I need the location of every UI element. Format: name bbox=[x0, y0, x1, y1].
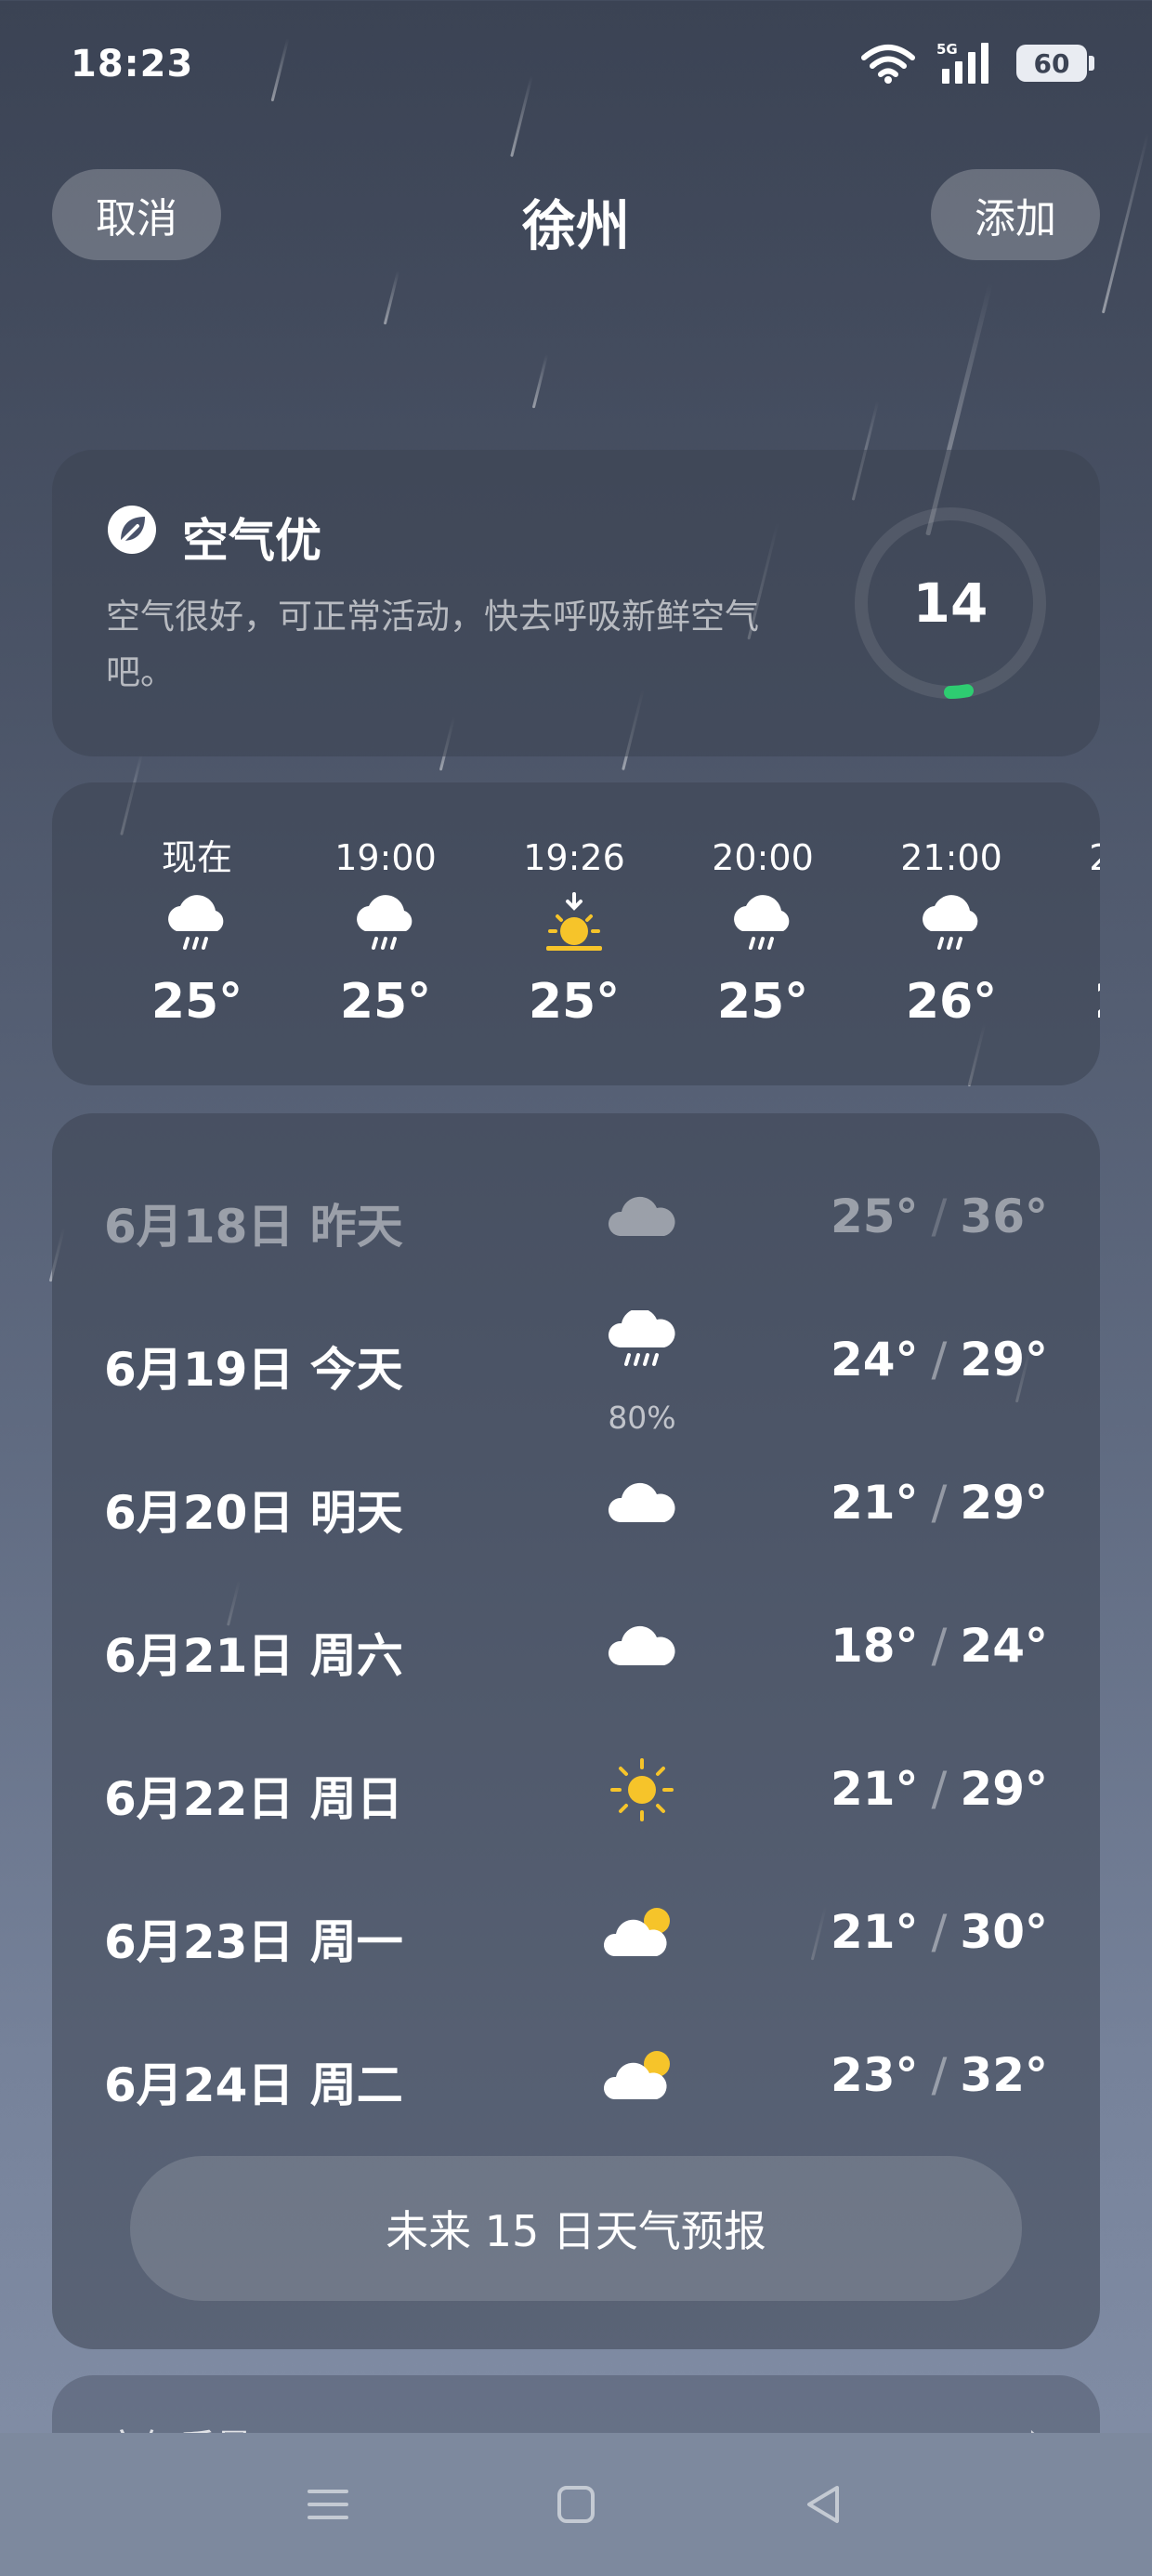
day-high: 30° bbox=[960, 1905, 1048, 1959]
daily-row[interactable]: 6月19日 今天 80% 24°/29° bbox=[52, 1310, 1100, 1436]
day-low: 18° bbox=[830, 1619, 919, 1673]
day-temp-range: 25°/36° bbox=[830, 1189, 1048, 1243]
hourly-item: 现在 25° bbox=[113, 835, 281, 1030]
hour-time: 21:00 bbox=[900, 837, 1002, 878]
svg-text:5G: 5G bbox=[936, 41, 958, 58]
signal-5g-icon: 5G bbox=[936, 41, 996, 85]
hourly-item: 20:00 25° bbox=[679, 835, 846, 1030]
battery-icon: 60 bbox=[1016, 45, 1094, 82]
home-icon[interactable] bbox=[548, 2477, 604, 2532]
hourly-forecast-card[interactable]: 现在 25° 19:00 25° 19:26 25° 20:00 25° 21:… bbox=[52, 782, 1100, 1085]
15-day-forecast-button[interactable]: 未来 15 日天气预报 bbox=[130, 2156, 1022, 2301]
hour-time: 19:26 bbox=[523, 837, 625, 878]
partly-cloudy-icon bbox=[591, 2041, 693, 2111]
hour-temp: 26° bbox=[1056, 974, 1100, 1030]
status-time: 18:23 bbox=[71, 43, 194, 85]
hourly-item: 21:00 26° bbox=[868, 835, 1035, 1030]
hourly-item: 22:00 26° bbox=[1056, 835, 1100, 1030]
daily-row[interactable]: 6月21日 周六 18°/24° bbox=[52, 1598, 1100, 1691]
cloud-icon bbox=[591, 1611, 693, 1682]
rain-icon bbox=[868, 881, 1035, 974]
hour-temp: 25° bbox=[339, 974, 432, 1030]
air-quality-card[interactable]: 空气优 空气很好，可正常活动，快去呼吸新鲜空气吧。 14 bbox=[52, 450, 1100, 756]
navigation-bar bbox=[0, 2433, 1152, 2576]
day-high: 24° bbox=[960, 1619, 1048, 1673]
sunset-icon bbox=[491, 881, 658, 974]
hour-temp: 25° bbox=[151, 974, 243, 1030]
day-temp-range: 21°/29° bbox=[830, 1762, 1048, 1816]
add-button[interactable]: 添加 bbox=[931, 169, 1100, 260]
sun-icon bbox=[591, 1755, 693, 1825]
hour-temp: 26° bbox=[905, 974, 998, 1030]
status-bar: 18:23 5G 60 bbox=[0, 0, 1152, 139]
day-temp-range: 24°/29° bbox=[830, 1333, 1048, 1387]
day-date: 6月23日 周一 bbox=[104, 1915, 403, 1969]
rain-icon bbox=[679, 881, 846, 974]
menu-icon[interactable] bbox=[300, 2477, 356, 2532]
day-temp-range: 21°/29° bbox=[830, 1476, 1048, 1530]
hourly-item: 19:26 25° bbox=[491, 835, 658, 1030]
daily-row[interactable]: 6月18日 昨天 25°/36° bbox=[52, 1169, 1100, 1262]
daily-row[interactable]: 6月23日 周一 21°/30° bbox=[52, 1885, 1100, 1978]
daily-forecast-card: 6月18日 昨天 25°/36° 6月19日 今天 80% 24°/29° 6月… bbox=[52, 1113, 1100, 2349]
day-date: 6月24日 周二 bbox=[104, 2058, 403, 2112]
air-quality-description: 空气很好，可正常活动，快去呼吸新鲜空气吧。 bbox=[106, 597, 759, 692]
day-high: 29° bbox=[960, 1476, 1048, 1530]
day-low: 21° bbox=[830, 1905, 919, 1959]
day-date: 6月21日 周六 bbox=[104, 1629, 403, 1683]
day-date: 6月18日 昨天 bbox=[104, 1200, 403, 1254]
day-date: 6月22日 周日 bbox=[104, 1772, 403, 1826]
day-low: 21° bbox=[830, 1476, 919, 1530]
day-low: 23° bbox=[830, 2048, 919, 2102]
daily-row[interactable]: 6月24日 周二 23°/32° bbox=[52, 2028, 1100, 2121]
day-high: 29° bbox=[960, 1333, 1048, 1387]
cloud-icon bbox=[591, 1468, 693, 1539]
day-high: 29° bbox=[960, 1762, 1048, 1816]
day-date: 6月20日 明天 bbox=[104, 1486, 403, 1540]
status-icons: 5G 60 bbox=[860, 41, 1094, 85]
back-icon[interactable] bbox=[796, 2477, 852, 2532]
day-high: 32° bbox=[960, 2048, 1048, 2102]
cloud-icon bbox=[591, 1182, 693, 1253]
hour-time: 20:00 bbox=[712, 837, 814, 878]
rain-icon bbox=[1056, 881, 1100, 974]
wifi-icon bbox=[860, 43, 916, 84]
leaf-icon bbox=[108, 506, 156, 554]
air-quality-title: 空气优 bbox=[182, 514, 321, 568]
hour-time: 19:00 bbox=[334, 837, 437, 878]
day-date: 6月19日 今天 bbox=[104, 1343, 403, 1397]
precipitation-probability: 80% bbox=[608, 1400, 676, 1436]
rain-icon bbox=[302, 881, 469, 974]
day-temp-range: 18°/24° bbox=[830, 1619, 1048, 1673]
rain-icon bbox=[113, 881, 281, 974]
partly-cloudy-icon bbox=[591, 1898, 693, 1968]
day-low: 24° bbox=[830, 1333, 919, 1387]
hour-temp: 25° bbox=[716, 974, 809, 1030]
rain-icon bbox=[591, 1310, 693, 1381]
daily-row[interactable]: 6月22日 周日 21°/29° bbox=[52, 1741, 1100, 1834]
hour-time: 22:00 bbox=[1056, 835, 1100, 881]
aqi-value: 14 bbox=[912, 572, 988, 635]
hourly-item: 19:00 25° bbox=[302, 835, 469, 1030]
day-temp-range: 21°/30° bbox=[830, 1905, 1048, 1959]
day-temp-range: 23°/32° bbox=[830, 2048, 1048, 2102]
day-low: 25° bbox=[830, 1189, 919, 1243]
daily-row[interactable]: 6月20日 明天 21°/29° bbox=[52, 1455, 1100, 1548]
day-high: 36° bbox=[960, 1189, 1048, 1243]
hour-temp: 25° bbox=[528, 974, 621, 1030]
hour-time: 现在 bbox=[161, 837, 232, 878]
day-low: 21° bbox=[830, 1762, 919, 1816]
